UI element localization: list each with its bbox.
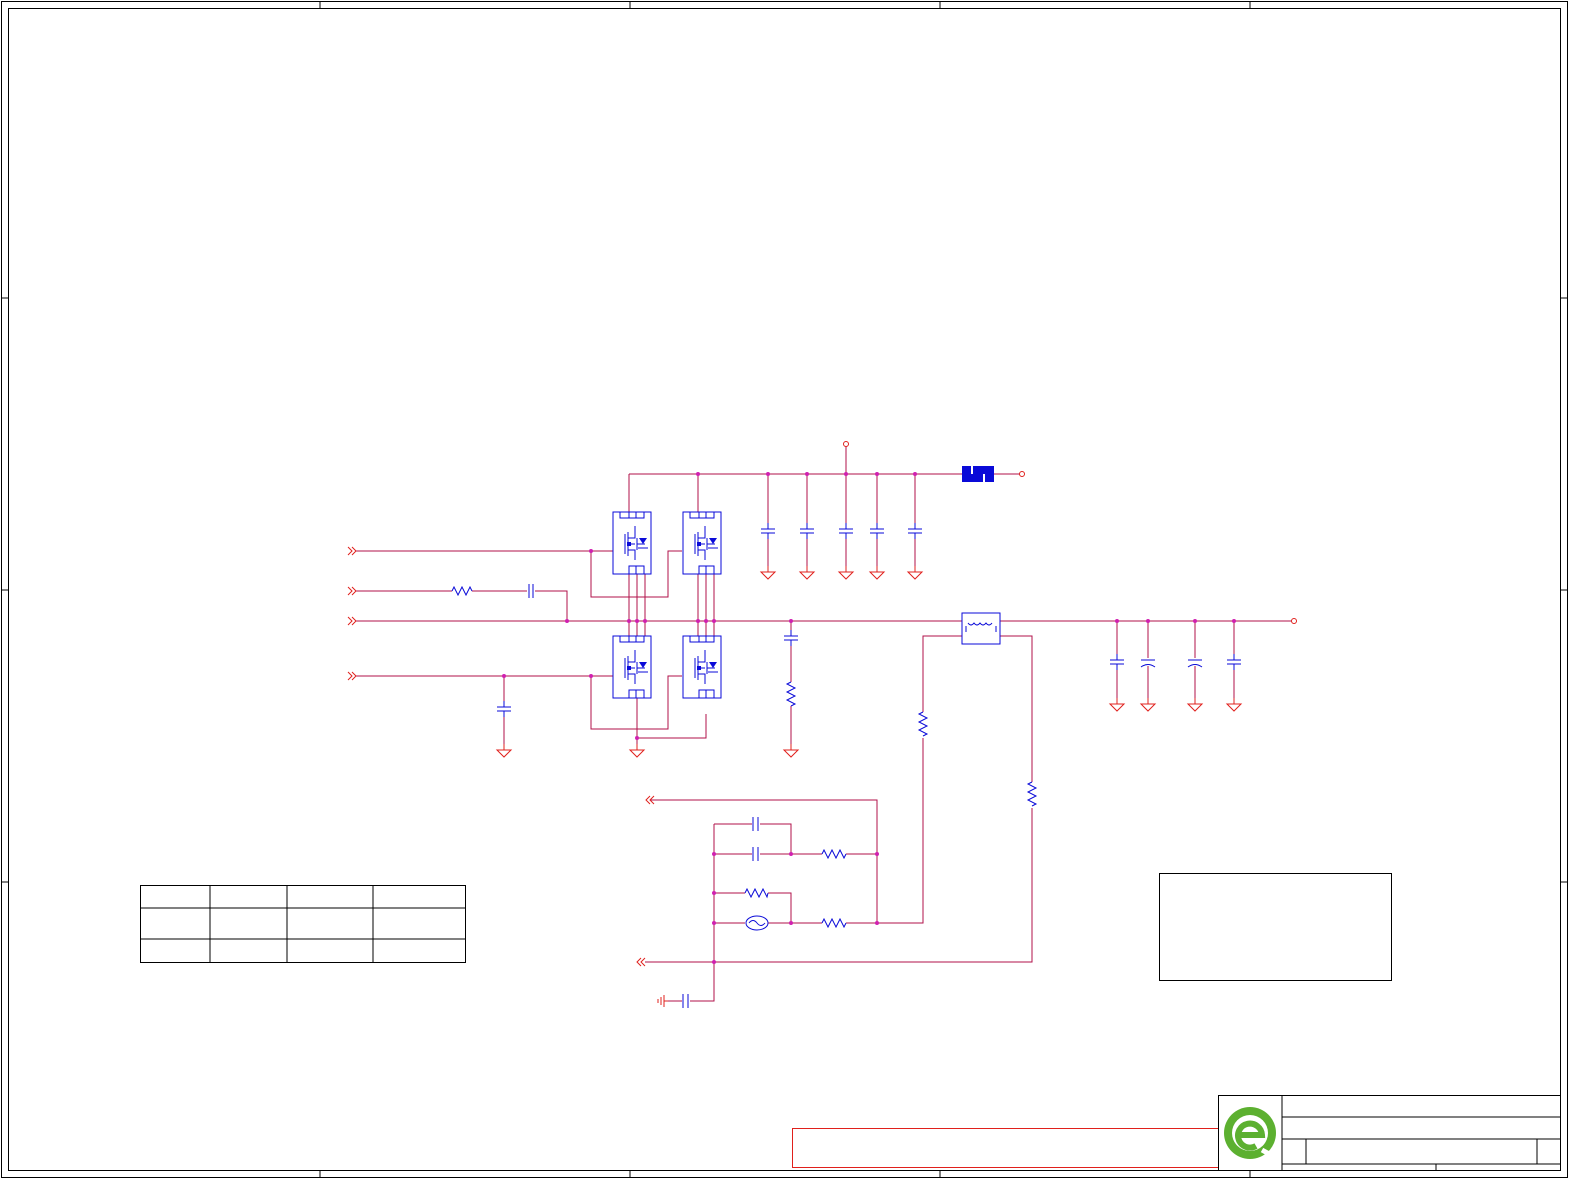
chassis-ground-icon	[657, 995, 668, 1007]
schematic-sheet	[0, 0, 1572, 1183]
parameter-table	[140, 885, 466, 963]
capacitor-icon	[1109, 653, 1125, 671]
sheet-frame	[1, 1, 1568, 1178]
thermistor-icon	[745, 915, 769, 931]
notes-box	[1159, 873, 1392, 981]
mosfet-icon	[682, 635, 722, 699]
inductor-icon	[962, 466, 994, 482]
capacitor-icon	[496, 700, 512, 718]
mosfet-icon	[612, 635, 652, 699]
capacitor-icon	[869, 522, 885, 540]
capacitor-icon	[799, 522, 815, 540]
port-arrow-icon	[347, 546, 655, 967]
capacitor-icon	[528, 584, 759, 1008]
current-sense-transformer-icon	[961, 612, 1001, 645]
capacitor-icon	[1226, 653, 1242, 671]
mosfet-icon	[612, 511, 652, 575]
company-logo-icon	[1224, 1107, 1282, 1163]
capacitor-icon	[783, 629, 799, 647]
resistor-icon	[451, 585, 1038, 929]
capacitor-icon	[907, 522, 923, 540]
wires	[356, 444, 1293, 1002]
revision-bar	[792, 1128, 1219, 1168]
capacitor-icon	[760, 522, 776, 540]
schematic-drawing	[1, 1, 1568, 1178]
junction-dots	[502, 472, 1236, 964]
polarized-capacitor-icon	[1140, 659, 1203, 668]
capacitor-icon	[838, 522, 854, 540]
mosfet-icon	[682, 511, 722, 575]
